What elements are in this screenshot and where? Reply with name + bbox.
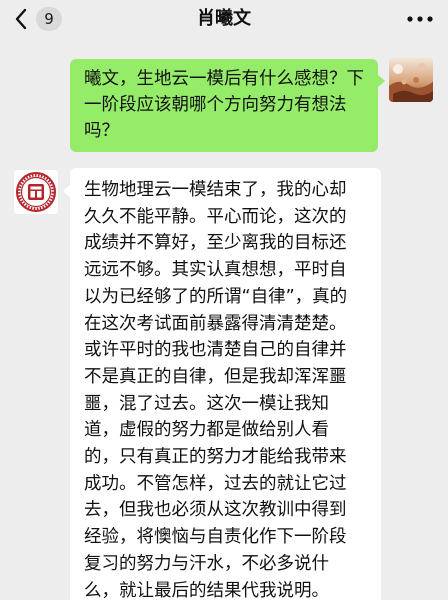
- more-button[interactable]: [406, 8, 434, 30]
- photo-avatar[interactable]: [389, 58, 433, 102]
- chat-title: 肖曦文: [197, 8, 251, 29]
- top-bar: 9 肖曦文: [0, 0, 448, 38]
- received-message-bubble[interactable]: 生物地理云一模结束了，我的心却 久久不能平静。平心而论，这次的 成绩并不算好，至…: [63, 168, 381, 600]
- university-seal-icon: [14, 170, 58, 214]
- chat-window: 9 肖曦文 曦文，生地云一模后有什么感想？下一阶段应该朝哪个方向努力有想法吗？: [0, 0, 448, 600]
- back-button[interactable]: 9: [14, 4, 62, 34]
- sent-message-bubble[interactable]: 曦文，生地云一模后有什么感想？下一阶段应该朝哪个方向努力有想法吗？: [70, 59, 385, 152]
- unread-count-badge: 9: [36, 7, 62, 31]
- photo-avatar-image: [389, 58, 433, 102]
- chevron-left-icon: [15, 8, 27, 30]
- university-seal-avatar[interactable]: [14, 170, 58, 214]
- more-dots-icon: [407, 16, 433, 22]
